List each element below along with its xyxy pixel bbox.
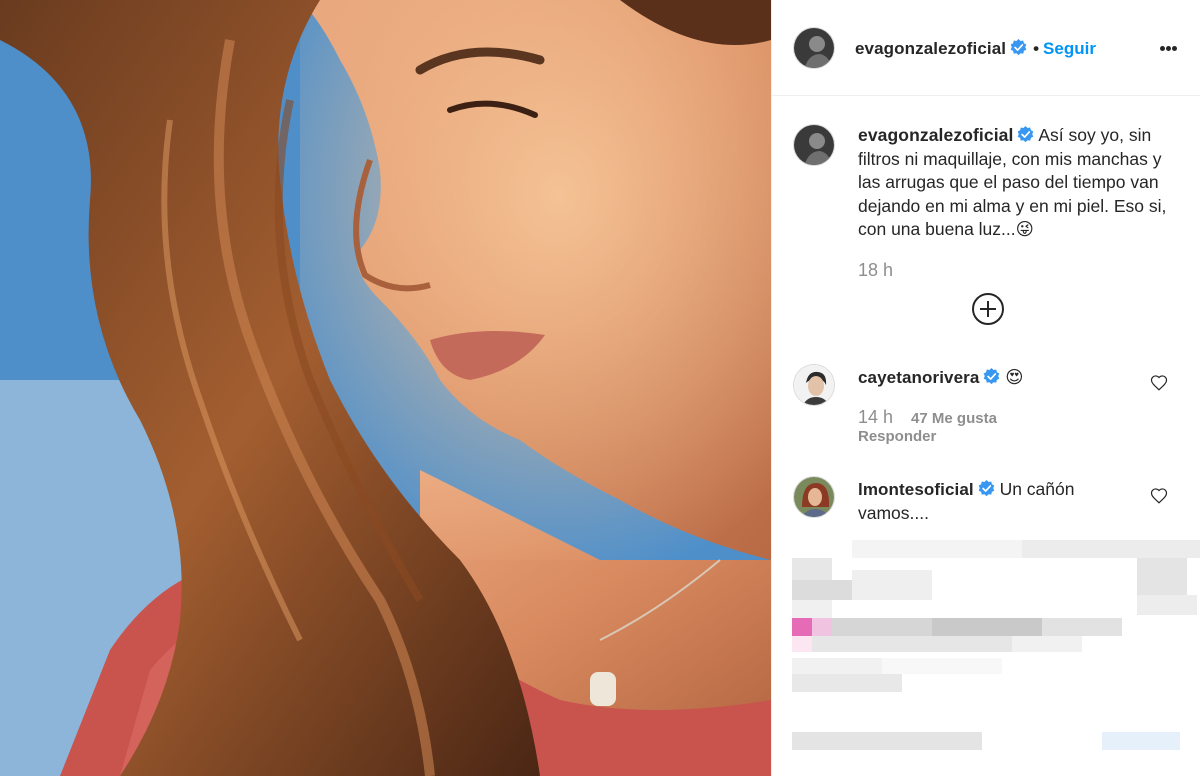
comment-body: 😍: [1005, 367, 1024, 387]
follow-button[interactable]: Seguir: [1043, 39, 1096, 58]
author-username[interactable]: evagonzalezoficial: [855, 39, 1006, 58]
post-header: evagonzalezoficial • Seguir: [772, 0, 1200, 96]
post-side-panel: evagonzalezoficial • Seguir evagonzalezofi…: [771, 0, 1200, 776]
post-photo[interactable]: [0, 0, 771, 776]
comment-username[interactable]: lmontesoficial: [858, 480, 974, 499]
comment-meta: 14 h 47 Me gusta: [858, 407, 997, 428]
censored-comments-area: [772, 540, 1200, 776]
comment-avatar[interactable]: [793, 364, 835, 406]
caption-avatar[interactable]: [793, 124, 835, 166]
heart-icon[interactable]: [1150, 487, 1168, 505]
more-options-icon[interactable]: [1160, 38, 1184, 58]
portrait-image: [0, 0, 771, 776]
verified-badge-icon: [1018, 126, 1034, 143]
author-avatar[interactable]: [793, 27, 835, 69]
comment-text-2: lmontesoficial Un cañón vamos....: [858, 478, 1118, 525]
separator-dot: •: [1033, 39, 1040, 58]
plus-circle-icon[interactable]: [972, 293, 1004, 325]
reply-button[interactable]: Responder: [858, 428, 936, 445]
verified-badge-icon: [984, 368, 1000, 385]
header-user-line: evagonzalezoficial • Seguir: [855, 39, 1096, 59]
comment-likes[interactable]: 47 Me gusta: [911, 410, 997, 427]
caption-username[interactable]: evagonzalezoficial: [858, 125, 1013, 145]
comment-avatar[interactable]: [793, 476, 835, 518]
comment-timestamp[interactable]: 14 h: [858, 407, 893, 427]
verified-badge-icon: [978, 480, 995, 497]
heart-icon[interactable]: [1150, 374, 1168, 392]
post-caption: evagonzalezoficial Así soy yo, sin filtr…: [858, 124, 1178, 242]
comment-username[interactable]: cayetanorivera: [858, 368, 979, 387]
caption-timestamp[interactable]: 18 h: [858, 260, 893, 281]
verified-badge-icon: [1010, 39, 1027, 56]
comment-text-1: cayetanorivera 😍: [858, 366, 1118, 390]
